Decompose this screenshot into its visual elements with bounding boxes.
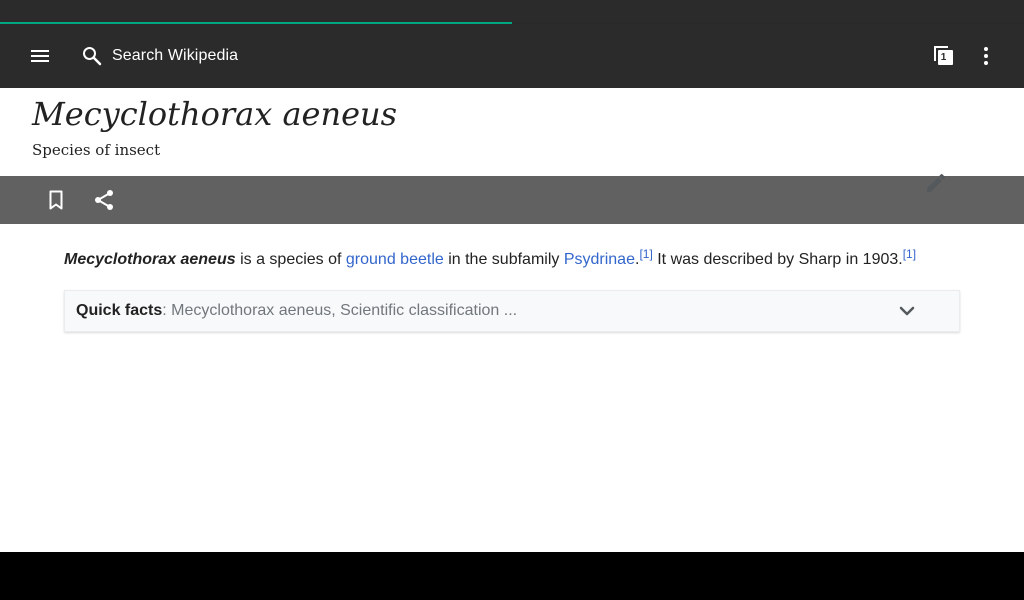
edit-icon <box>927 173 946 192</box>
page-description: Species of insect <box>32 141 161 159</box>
article-subject: Mecyclothorax aeneus <box>64 251 236 268</box>
article-header: Mecyclothorax aeneus Species of insect <box>0 88 1024 176</box>
search-icon <box>83 47 102 66</box>
chevron-down-icon <box>899 306 915 316</box>
search-placeholder: Search Wikipedia <box>112 47 239 64</box>
bookmark-button[interactable] <box>36 180 76 220</box>
quick-facts-label: Quick facts <box>76 302 163 319</box>
bookmark-icon <box>49 190 63 210</box>
tabs-count-badge: 1 <box>940 52 947 63</box>
search-bar[interactable]: Search Wikipedia <box>80 36 300 76</box>
share-icon <box>95 190 113 210</box>
overflow-menu-button[interactable] <box>966 36 1006 76</box>
page-action-bar <box>0 176 1024 224</box>
overflow-icon <box>984 47 988 65</box>
link-psydrinae[interactable]: Psydrinae <box>564 251 635 268</box>
system-navigation-bar <box>0 552 1024 600</box>
reference-link[interactable]: [1] <box>903 247 916 261</box>
quick-facts-text: Quick facts: Mecyclothorax aeneus, Scien… <box>76 291 517 331</box>
share-button[interactable] <box>84 180 124 220</box>
status-bar <box>0 0 1024 24</box>
quick-facts-summary: : Mecyclothorax aeneus, Scientific class… <box>162 302 518 319</box>
edit-button[interactable] <box>916 163 956 203</box>
page-title: Mecyclothorax aeneus <box>32 95 398 133</box>
menu-icon <box>31 50 49 62</box>
menu-button[interactable] <box>20 36 60 76</box>
lead-text: It was described by Sharp in 1903. <box>652 251 903 268</box>
reference-link[interactable]: [1] <box>639 247 652 261</box>
link-ground-beetle[interactable]: ground beetle <box>346 251 444 268</box>
app-toolbar: Search Wikipedia <box>0 24 1024 88</box>
quick-facts-collapsible[interactable]: Quick facts: Mecyclothorax aeneus, Scien… <box>64 290 960 332</box>
lead-text: is a species of <box>235 251 346 268</box>
lead-text: in the subfamily <box>443 251 564 268</box>
article-lead-paragraph: Mecyclothorax aeneus is a species of gro… <box>64 248 964 272</box>
